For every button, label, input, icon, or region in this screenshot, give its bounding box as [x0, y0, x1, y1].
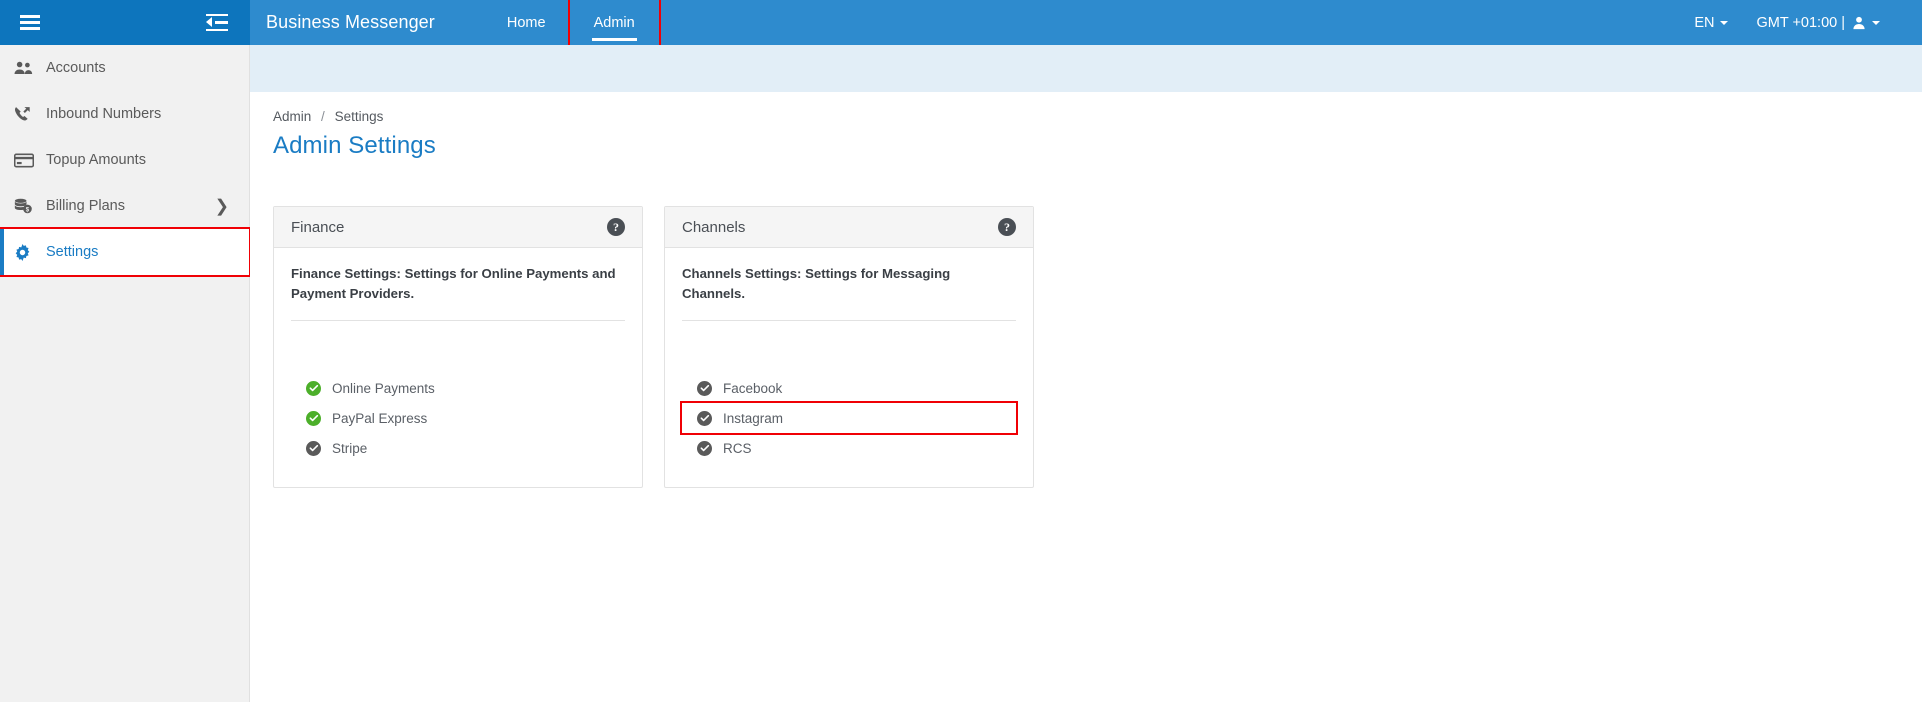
feature-paypal-express-label: PayPal Express — [332, 410, 428, 426]
check-circle-icon — [306, 440, 321, 456]
sidebar-item-billing-plans-label: Billing Plans — [46, 198, 125, 214]
card-finance-header: Finance ? — [274, 207, 642, 248]
header-right-section: Business Messenger Home Admin EN GMT +01… — [250, 0, 1922, 47]
chevron-down-icon — [1720, 20, 1729, 25]
tab-home-label: Home — [506, 14, 546, 31]
collapse-sidebar-icon[interactable] — [206, 13, 228, 32]
language-label: EN — [1694, 14, 1715, 31]
check-circle-icon — [306, 410, 321, 426]
phone-incoming-icon — [14, 104, 40, 124]
page-title: Admin Settings — [273, 132, 436, 159]
user-avatar-icon — [1853, 16, 1865, 29]
main-content: Admin / Settings Admin Settings Finance … — [250, 45, 1922, 702]
check-circle-icon — [306, 380, 321, 396]
sidebar-item-inbound-numbers-label: Inbound Numbers — [46, 106, 162, 122]
sidebar-item-settings[interactable]: Settings — [0, 227, 251, 277]
language-selector[interactable]: EN — [1680, 15, 1742, 31]
feature-stripe[interactable]: Stripe — [291, 433, 625, 463]
users-icon — [14, 58, 40, 78]
app-window: Business Messenger Home Admin EN GMT +01… — [0, 0, 1922, 702]
feature-online-payments-label: Online Payments — [332, 380, 435, 396]
app-brand-title: Business Messenger — [266, 12, 435, 32]
check-circle-icon — [697, 440, 712, 456]
sidebar-item-settings-label: Settings — [46, 244, 99, 260]
card-finance-feature-list: Online Payments PayPal Express Stripe — [291, 373, 625, 473]
card-channels: Channels ? Channels Settings: Settings f… — [664, 206, 1034, 488]
breadcrumb-current[interactable]: Settings — [335, 109, 384, 124]
tab-admin-label: Admin — [593, 14, 635, 31]
card-channels-body: Channels Settings: Settings for Messagin… — [665, 248, 1033, 487]
check-circle-icon — [697, 380, 712, 396]
sidebar-item-billing-plans[interactable]: $ Billing Plans ❯ — [0, 183, 249, 229]
check-circle-icon — [697, 410, 712, 426]
content-top-band — [250, 45, 1922, 92]
settings-cards: Finance ? Finance Settings: Settings for… — [273, 206, 1922, 488]
feature-stripe-label: Stripe — [332, 440, 368, 456]
hamburger-icon[interactable] — [20, 15, 40, 30]
card-finance-title: Finance — [291, 218, 345, 236]
card-finance: Finance ? Finance Settings: Settings for… — [273, 206, 643, 488]
feature-online-payments[interactable]: Online Payments — [291, 373, 625, 403]
header-left-section — [0, 0, 250, 45]
feature-instagram[interactable]: Instagram — [680, 401, 1018, 435]
content-area: Admin / Settings Admin Settings Finance … — [250, 92, 1922, 488]
chevron-right-icon[interactable]: ❯ — [215, 198, 229, 215]
sidebar-item-topup-amounts[interactable]: Topup Amounts — [0, 137, 249, 183]
sidebar-item-topup-amounts-label: Topup Amounts — [46, 152, 146, 168]
feature-paypal-express[interactable]: PayPal Express — [291, 403, 625, 433]
feature-instagram-label: Instagram — [723, 410, 784, 426]
timezone-label: GMT +01:00 | — [1756, 14, 1845, 31]
card-channels-spacer — [682, 321, 1016, 373]
sidebar-item-accounts[interactable]: Accounts — [0, 45, 249, 91]
sidebar-item-inbound-numbers[interactable]: Inbound Numbers — [0, 91, 249, 137]
card-channels-feature-list: Facebook Instagram RCS — [680, 373, 1018, 473]
breadcrumb-separator: / — [321, 109, 325, 124]
tab-home[interactable]: Home — [483, 0, 570, 45]
card-finance-description: Finance Settings: Settings for Online Pa… — [291, 266, 616, 301]
gear-icon — [14, 242, 40, 262]
breadcrumb-parent[interactable]: Admin — [273, 109, 311, 124]
card-finance-body: Finance Settings: Settings for Online Pa… — [274, 248, 642, 487]
card-finance-spacer — [291, 321, 625, 373]
top-header: Business Messenger Home Admin EN GMT +01… — [0, 0, 1922, 47]
main-nav-tabs: Home Admin — [483, 0, 661, 47]
feature-rcs-label: RCS — [723, 440, 752, 456]
card-channels-description: Channels Settings: Settings for Messagin… — [682, 266, 951, 301]
header-tools: EN GMT +01:00 | — [1680, 0, 1922, 45]
sidebar: Accounts Inbound Numbers Topup Amounts $… — [0, 45, 251, 702]
card-channels-title: Channels — [682, 218, 746, 236]
coins-icon: $ — [14, 196, 40, 216]
card-channels-header: Channels ? — [665, 207, 1033, 248]
feature-facebook-label: Facebook — [723, 380, 783, 396]
feature-rcs[interactable]: RCS — [682, 433, 1016, 463]
timezone-user-menu[interactable]: GMT +01:00 | — [1742, 15, 1894, 31]
sidebar-item-accounts-label: Accounts — [46, 60, 106, 76]
tab-admin[interactable]: Admin — [567, 0, 661, 47]
feature-facebook[interactable]: Facebook — [682, 373, 1016, 403]
help-circle-icon[interactable]: ? — [607, 218, 625, 236]
breadcrumb: Admin / Settings — [273, 109, 1922, 124]
user-menu-chevron-down-icon — [1872, 20, 1880, 25]
credit-card-icon — [14, 150, 40, 170]
header-spacer — [659, 0, 1681, 45]
help-circle-icon[interactable]: ? — [998, 218, 1016, 236]
